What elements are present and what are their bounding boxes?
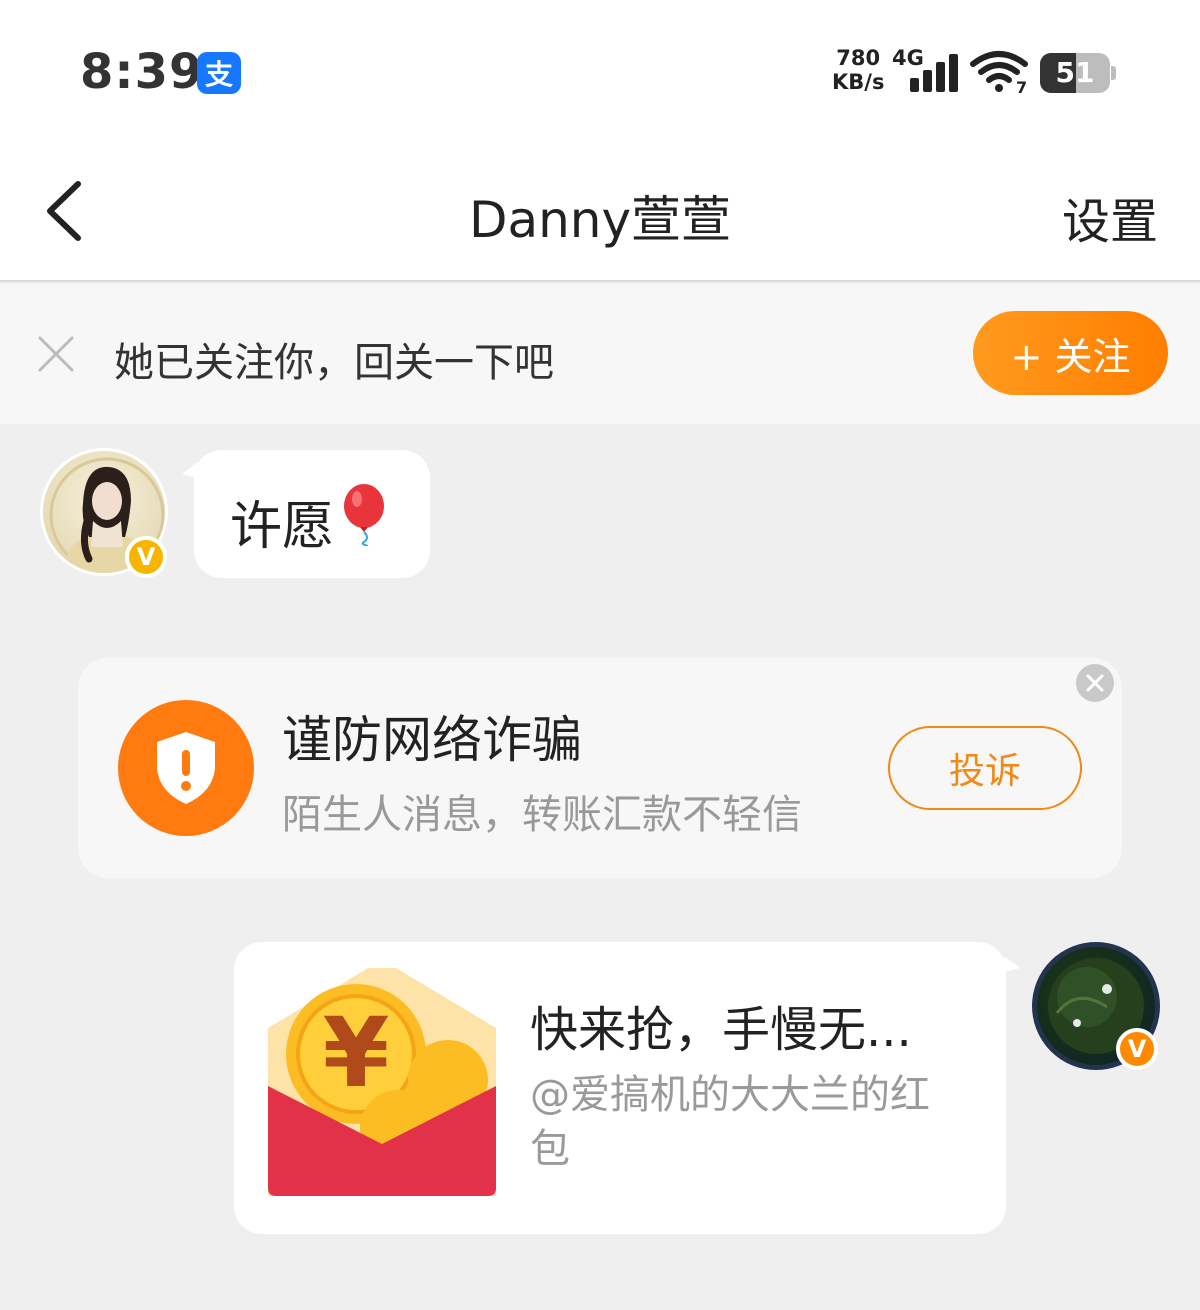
network-speed-unit: KB/s: [832, 70, 885, 94]
signal-icon: [908, 52, 962, 92]
close-icon[interactable]: [36, 334, 76, 374]
page-title: Danny萱萱: [468, 191, 732, 249]
report-button[interactable]: 投诉: [888, 726, 1082, 810]
verified-badge-icon: V: [1116, 1028, 1158, 1070]
message-text: 许愿: [230, 497, 335, 557]
message-bubble[interactable]: 许愿: [182, 450, 430, 578]
verified-badge-icon: V: [125, 536, 167, 578]
settings-button[interactable]: 设置: [1062, 182, 1158, 252]
wifi-label: 7: [1016, 78, 1027, 94]
status-bar: 8:39 支 780 KB/s 4G 7 51: [0, 0, 1200, 140]
fraud-warning-subtitle: 陌生人消息，转账汇款不轻信: [282, 792, 802, 838]
red-packet-title: 快来抢，手慢无...: [530, 1002, 912, 1058]
shield-icon: [118, 700, 254, 836]
close-icon[interactable]: [1076, 664, 1114, 702]
balloon-icon: [344, 484, 384, 546]
wifi-icon: 7: [970, 51, 1028, 94]
follow-button[interactable]: + 关注: [973, 311, 1168, 395]
fraud-warning-card: 谨防网络诈骗 陌生人消息，转账汇款不轻信 投诉: [78, 658, 1122, 878]
battery-level: 51: [1055, 56, 1095, 89]
red-packet-icon: ¥: [268, 968, 496, 1196]
red-packet-subtitle: @爱搞机的大大兰的红包: [530, 1072, 930, 1172]
red-packet-message[interactable]: ¥ 快来抢，手慢无... @爱搞机的大大兰的红包: [234, 942, 1020, 1234]
network-speed-value: 780: [836, 46, 881, 70]
alipay-icon: 支: [197, 52, 241, 94]
follow-back-banner: 她已关注你，回关一下吧 + 关注: [0, 284, 1200, 424]
nav-bar: Danny萱萱 设置: [0, 140, 1200, 282]
battery-icon: 51: [1040, 53, 1116, 93]
status-time: 8:39: [80, 44, 204, 100]
network-speed: 780 KB/s: [832, 46, 884, 94]
svg-text:¥: ¥: [323, 997, 390, 1109]
fraud-warning-title: 谨防网络诈骗: [282, 711, 582, 769]
follow-banner-text: 她已关注你，回关一下吧: [114, 340, 554, 386]
